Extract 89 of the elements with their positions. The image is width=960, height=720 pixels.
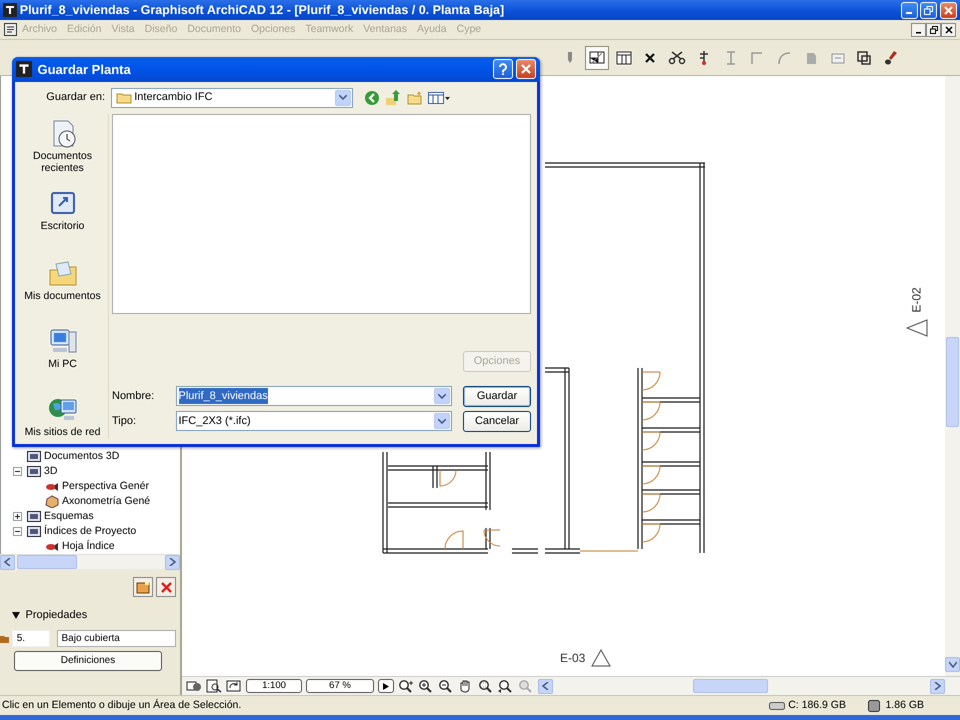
elevation-label: E-03	[560, 650, 586, 667]
place-link[interactable]: Mis sitios de red	[24, 426, 100, 438]
view-icon	[45, 495, 59, 508]
cancel-button[interactable]: Cancelar	[463, 410, 531, 432]
window-title: Plurif_8_viviendas - Graphisoft ArchiCAD 12 - [Plurif_8_viviendas / 0. Planta Baja]	[20, 2, 506, 19]
close-icon[interactable]	[944, 26, 952, 34]
brush-icon[interactable]	[882, 48, 900, 66]
elevation-label: E-02	[908, 287, 925, 313]
zoom-page-icon[interactable]	[206, 679, 222, 693]
help-button[interactable]	[493, 59, 514, 80]
app-icon	[16, 61, 32, 78]
place-link[interactable]: Documentos recientes	[18, 150, 108, 174]
memory-icon	[868, 700, 880, 712]
refresh-icon[interactable]	[226, 679, 242, 693]
disk-space: C: 186.9 GB	[788, 698, 846, 713]
folder-view-icon	[27, 525, 41, 538]
story-icon	[0, 634, 9, 642]
place-link[interactable]: Mi PC	[48, 358, 77, 370]
scale-field[interactable]: 1:100	[246, 679, 302, 693]
story-name-field[interactable]: Bajo cubierta	[56, 630, 176, 646]
folder-icon	[116, 91, 132, 104]
collapse-toggle-icon[interactable]	[13, 527, 22, 536]
story-number-field[interactable]: 5.	[12, 630, 50, 646]
field-label: Tipo:	[112, 414, 138, 429]
memory-usage: 1.86 GB	[885, 698, 924, 713]
tree-item[interactable]: Documentos 3D	[44, 448, 120, 464]
tree-item[interactable]: Perspectiva Genér	[62, 478, 149, 494]
section-header: Propiedades	[26, 608, 88, 623]
status-message: Clic en un Elemento o dibuje un Área de Selección.	[2, 698, 242, 713]
caret-icon[interactable]	[438, 418, 446, 424]
caret-icon[interactable]	[438, 394, 446, 399]
new-view-button[interactable]	[133, 577, 154, 597]
collapse-toggle-icon[interactable]	[13, 467, 22, 476]
definitions-button[interactable]: Definiciones	[14, 650, 162, 670]
play-button[interactable]	[378, 679, 394, 693]
tree-item[interactable]: Índices de Proyecto	[44, 524, 136, 540]
dialog-title: Guardar Planta	[38, 60, 132, 79]
floor-plan-icon[interactable]	[588, 48, 606, 66]
delete-button[interactable]	[156, 577, 176, 597]
expand-toggle-icon[interactable]	[13, 512, 22, 521]
disclosure-triangle-icon[interactable]	[12, 612, 20, 619]
zoom-fit-icon[interactable]	[398, 679, 414, 693]
folder-view-icon	[27, 510, 41, 523]
elevation-marker-icon	[591, 649, 612, 667]
location-dropdown[interactable]: Intercambio IFC	[110, 88, 352, 108]
back-icon[interactable]	[364, 90, 380, 106]
zoom-in-icon[interactable]	[418, 679, 434, 693]
horizontal-scrollbar[interactable]	[0, 554, 180, 569]
zoom-selection-icon[interactable]	[478, 679, 494, 693]
table-icon[interactable]	[614, 48, 632, 66]
app-icon	[3, 3, 17, 17]
vertical-scrollbar[interactable]	[945, 76, 960, 676]
play-icon[interactable]	[383, 682, 389, 690]
help-icon[interactable]	[498, 63, 508, 76]
zoom-out-icon[interactable]	[438, 679, 454, 693]
folder-view-icon	[27, 465, 41, 478]
file-type-dropdown[interactable]: IFC_2X3 (*.ifc)	[176, 411, 452, 432]
delete-icon[interactable]	[160, 580, 172, 594]
view-menu-icon[interactable]	[428, 90, 450, 105]
layers-icon[interactable]	[186, 679, 202, 693]
tree-item[interactable]: Axonometría Gené	[62, 494, 150, 510]
caret-icon[interactable]	[338, 95, 346, 100]
place-link[interactable]: Escritorio	[40, 220, 84, 232]
scrollbar-thumb[interactable]	[946, 337, 959, 427]
up-folder-icon[interactable]	[385, 90, 401, 106]
folder-icon[interactable]	[136, 580, 150, 594]
restore-icon[interactable]	[930, 26, 938, 34]
save-button[interactable]: Guardar	[463, 386, 531, 407]
field-label: Nombre:	[112, 388, 156, 404]
filename-field[interactable]: Plurif_8_viviendas	[176, 386, 452, 406]
view-icon	[45, 480, 59, 493]
close-button[interactable]	[941, 22, 956, 36]
zoom-previous-icon[interactable]	[498, 679, 514, 693]
document-icon	[4, 23, 17, 36]
group-icon[interactable]	[855, 48, 874, 66]
tree-item[interactable]: Hoja Índice	[62, 538, 115, 554]
scissors-icon[interactable]	[668, 48, 686, 66]
scrollbar-thumb[interactable]	[693, 679, 768, 693]
field-label: Guardar en:	[45, 90, 105, 106]
view-icon	[45, 540, 59, 553]
zoom-field[interactable]: 67 %	[306, 679, 374, 693]
tree-item[interactable]: Esquemas	[44, 508, 94, 524]
minimize-button[interactable]	[911, 22, 926, 36]
restore-button[interactable]	[926, 22, 941, 36]
elevation-marker-icon	[906, 319, 928, 337]
scrollbar-thumb[interactable]	[17, 555, 77, 569]
tree-item[interactable]: 3D	[44, 464, 58, 480]
folder-view-icon	[27, 450, 41, 463]
place-link[interactable]: Mis documentos	[24, 290, 101, 302]
